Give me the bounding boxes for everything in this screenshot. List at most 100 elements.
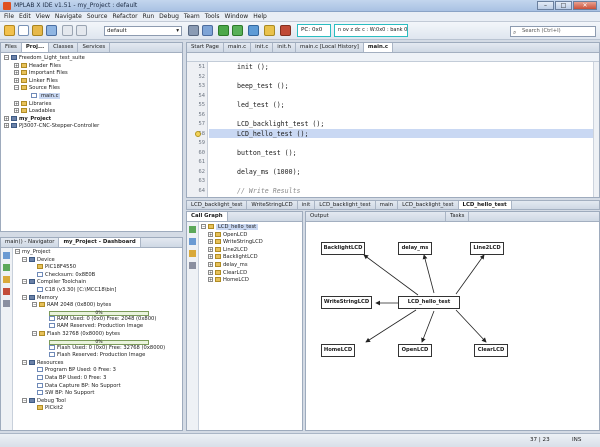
search-input[interactable]: Search (Ctrl+I) [522, 28, 561, 34]
search-box[interactable]: ⌕ Search (Ctrl+I) [510, 26, 596, 37]
menu-file[interactable]: File [4, 12, 14, 21]
tree-item[interactable]: + Important Files [4, 70, 179, 78]
tree-item[interactable]: − Memory [15, 294, 183, 303]
tab-init-c[interactable]: init.c [251, 43, 274, 52]
tab-lcd-backlight-3[interactable]: LCD_backlight_test [398, 201, 459, 209]
tree-item[interactable]: + Libraries [4, 100, 179, 109]
tree-item[interactable]: − Debug Tool [15, 397, 183, 406]
notes-icon[interactable] [3, 276, 10, 283]
menu-window[interactable]: Window [225, 12, 249, 21]
callee-icon[interactable] [189, 238, 196, 245]
settings-icon[interactable] [3, 252, 10, 259]
call-tree-item[interactable]: + ClearLCD [201, 269, 301, 278]
tree-item[interactable]: − Source Files [4, 85, 179, 93]
tree-item[interactable]: + Header Files [4, 62, 179, 71]
tab-files[interactable]: Files [1, 43, 22, 52]
menu-run[interactable]: Run [143, 12, 155, 21]
call-tree-item[interactable]: + HomeLCD [201, 277, 301, 285]
read-device-icon[interactable] [280, 25, 291, 36]
graph-node[interactable]: delay_ms [398, 242, 432, 255]
tab-lcd-backlight-2[interactable]: LCD_backlight_test [315, 201, 376, 209]
tree-item[interactable]: + my_Project [4, 115, 179, 124]
call-tree-item[interactable]: + delay_ms [201, 261, 301, 270]
debug-icon[interactable] [248, 25, 259, 36]
menu-help[interactable]: Help [253, 12, 267, 21]
tab-init[interactable]: init [298, 201, 316, 209]
call-tree-item[interactable]: + OpenLCD [201, 231, 301, 240]
tab-output[interactable]: Output [306, 212, 446, 221]
make-program-icon[interactable] [218, 25, 229, 36]
graph-icon[interactable] [189, 262, 196, 269]
graph-node[interactable]: OpenLCD [398, 344, 432, 357]
graph-node[interactable]: Line2LCD [470, 242, 504, 255]
call-graph-title[interactable]: Call Graph [187, 212, 228, 221]
tree-item[interactable]: + Linker Files [4, 77, 179, 86]
menu-refactor[interactable]: Refactor [112, 12, 137, 21]
graph-node[interactable]: ClearLCD [474, 344, 508, 357]
call-tree-root[interactable]: − LCD_hello_test [201, 224, 301, 232]
tree-item[interactable]: + Loadables [4, 108, 179, 116]
tree-item[interactable]: − Flash 32768 (0x8000) bytes [15, 330, 183, 339]
call-graph-toolbar [187, 222, 199, 430]
refresh-icon[interactable] [3, 264, 10, 271]
tab-main[interactable]: main [376, 201, 399, 209]
tab-lcd-backlight[interactable]: LCD_backlight_test [187, 201, 248, 209]
tab-init-h[interactable]: init.h [273, 43, 296, 52]
tab-start-page[interactable]: Start Page [187, 43, 224, 52]
graph-node[interactable]: BacklightLCD [321, 242, 365, 255]
clean-build-icon[interactable] [202, 25, 213, 36]
maximize-button[interactable]: □ [555, 1, 572, 10]
tab-tasks[interactable]: Tasks [446, 212, 470, 221]
close-button[interactable]: ✕ [573, 1, 597, 10]
code-area[interactable]: 51 52 53 54 55 56 57 58 59 60 61 62 63 6… [187, 62, 599, 197]
tab-services[interactable]: Services [78, 43, 111, 52]
tree-item-main-c[interactable]: main.c [4, 92, 179, 101]
tab-navigator[interactable]: main() - Navigator [1, 238, 60, 247]
tab-main-c[interactable]: main.c [224, 43, 252, 52]
info-icon[interactable] [3, 300, 10, 307]
menu-debug[interactable]: Debug [159, 12, 179, 21]
new-project-icon[interactable] [4, 25, 15, 36]
tab-projects[interactable]: Proj... [21, 43, 50, 52]
tab-writestringlcd[interactable]: WriteStringLCD [247, 201, 298, 209]
hint-bulb-icon[interactable] [195, 131, 201, 137]
menu-source[interactable]: Source [87, 12, 108, 21]
tab-main-c-active[interactable]: main.c [363, 43, 394, 52]
menu-view[interactable]: View [36, 12, 50, 21]
open-project-icon[interactable] [32, 25, 43, 36]
tree-item[interactable]: − RAM 2048 (0x800) bytes [15, 302, 183, 310]
hold-reset-icon[interactable] [264, 25, 275, 36]
filter-icon[interactable] [189, 250, 196, 257]
caller-icon[interactable] [189, 226, 196, 233]
build-icon[interactable] [188, 25, 199, 36]
tree-item[interactable]: − my_Project [15, 249, 183, 257]
graph-node[interactable]: HomeLCD [321, 344, 355, 357]
run-icon[interactable] [232, 25, 243, 36]
minimize-button[interactable]: – [537, 1, 554, 10]
editor-scrollbar[interactable] [593, 62, 599, 197]
tree-item[interactable]: − Freedom_Light_test_suite [4, 55, 179, 63]
call-tree-item[interactable]: + BacklightLCD [201, 254, 301, 262]
configuration-select[interactable]: default [104, 26, 182, 36]
tab-lcd-hello[interactable]: LCD_hello_test [458, 201, 512, 209]
tab-dashboard[interactable]: my_Project - Dashboard [59, 238, 141, 247]
menu-edit[interactable]: Edit [19, 12, 31, 21]
tree-item[interactable]: − Device [15, 256, 183, 265]
tree-item[interactable]: − Compiler Toolchain [15, 279, 183, 287]
new-file-icon[interactable] [18, 25, 29, 36]
redo-icon[interactable] [76, 25, 87, 36]
tab-classes[interactable]: Classes [49, 43, 79, 52]
call-tree-item[interactable]: + WriteStringLCD [201, 239, 301, 247]
menu-team[interactable]: Team [184, 12, 200, 21]
call-tree-item[interactable]: + Line2LCD [201, 246, 301, 255]
save-all-icon[interactable] [46, 25, 57, 36]
menu-navigate[interactable]: Navigate [55, 12, 82, 21]
tree-item[interactable]: + PJ3007-CNC-Stepper-Controller [4, 123, 179, 131]
tab-local-history[interactable]: main.c [Local History] [296, 43, 364, 52]
undo-icon[interactable] [62, 25, 73, 36]
pdf-icon[interactable] [3, 288, 10, 295]
graph-node-center[interactable]: LCD_hello_test [398, 296, 460, 309]
graph-node[interactable]: WriteStringLCD [321, 296, 372, 309]
menu-tools[interactable]: Tools [205, 12, 220, 21]
tree-item[interactable]: − Resources [15, 359, 183, 368]
